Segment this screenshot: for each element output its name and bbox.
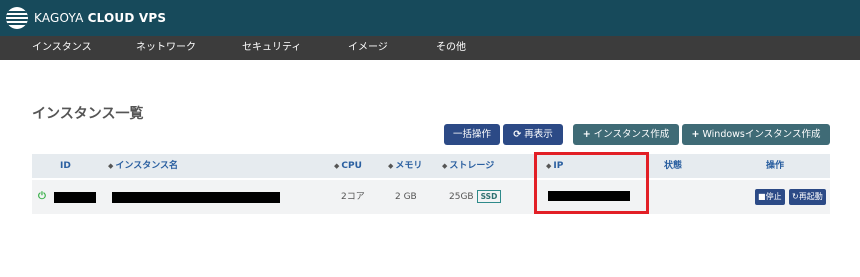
- logo-brand-b: CLOUD VPS: [87, 11, 167, 25]
- create-instance-button[interactable]: + インスタンス作成: [573, 124, 679, 145]
- logo-globe-icon: [6, 7, 28, 29]
- power-icon: ⏻: [38, 191, 46, 202]
- refresh-label: 再表示: [524, 129, 553, 140]
- logo-text: KAGOYA CLOUD VPS: [34, 11, 166, 25]
- plus-icon: +: [691, 129, 700, 140]
- column-header-ops: 操作: [766, 161, 785, 171]
- column-header-storage[interactable]: ◆ ストレージ: [442, 154, 494, 178]
- sort-icon: ◆: [108, 162, 114, 170]
- main-nav: インスタンス ネットワーク セキュリティ イメージ その他: [0, 36, 860, 60]
- column-header-memory-label: メモリ: [395, 161, 423, 171]
- cpu-value: 2コア: [341, 192, 365, 202]
- nav-item-network[interactable]: ネットワーク: [136, 36, 196, 60]
- refresh-button[interactable]: ⟳ 再表示: [503, 124, 563, 145]
- column-header-name[interactable]: ◆ インスタンス名: [108, 154, 178, 178]
- create-windows-instance-label: Windowsインスタンス作成: [702, 129, 821, 140]
- column-header-id[interactable]: ID: [60, 154, 71, 178]
- storage-value: 25GB SSD: [449, 180, 502, 214]
- nav-item-other[interactable]: その他: [436, 36, 466, 60]
- nav-item-security[interactable]: セキュリティ: [242, 36, 301, 60]
- nav-item-images[interactable]: イメージ: [348, 36, 388, 60]
- table-row[interactable]: ⏻ 2コア 2 GB 25GB SSD: [32, 180, 830, 214]
- redacted-instance-id: [54, 192, 96, 203]
- ip-highlight-box: [534, 152, 649, 214]
- stop-label: 停止: [765, 192, 782, 201]
- stop-button[interactable]: ■停止: [755, 189, 785, 205]
- logo-brand-a: KAGOYA: [34, 11, 84, 25]
- column-header-storage-label: ストレージ: [449, 161, 495, 171]
- plus-icon: +: [582, 129, 591, 140]
- sort-icon: ◆: [442, 162, 448, 170]
- create-instance-label: インスタンス作成: [593, 129, 670, 140]
- column-header-name-label: インスタンス名: [115, 161, 179, 171]
- memory-value: 2 GB: [395, 192, 417, 202]
- table-header: ID ◆ インスタンス名 ◆ CPU ◆ メモリ ◆ ストレージ ◆ IP 状態 操作: [32, 154, 830, 178]
- restart-label: 再起動: [798, 192, 823, 201]
- storage-size: 25GB: [449, 192, 474, 202]
- redacted-instance-name[interactable]: [112, 192, 280, 203]
- bulk-action-button[interactable]: 一括操作: [444, 124, 500, 145]
- sort-icon: ◆: [388, 162, 394, 170]
- column-header-memory[interactable]: ◆ メモリ: [388, 154, 422, 178]
- stop-icon: ■: [758, 192, 766, 201]
- page-title: インスタンス一覧: [32, 106, 144, 122]
- column-header-cpu[interactable]: ◆ CPU: [334, 154, 362, 178]
- restart-icon: ↻: [792, 192, 799, 201]
- column-header-status[interactable]: 状態: [664, 154, 682, 178]
- nav-item-instances[interactable]: インスタンス: [32, 36, 92, 60]
- refresh-icon: ⟳: [513, 129, 522, 140]
- kagoya-logo[interactable]: KAGOYA CLOUD VPS: [6, 4, 166, 32]
- ssd-badge: SSD: [476, 190, 502, 203]
- bulk-action-label: 一括操作: [452, 129, 491, 140]
- top-header: KAGOYA CLOUD VPS: [0, 0, 860, 36]
- create-windows-instance-button[interactable]: + Windowsインスタンス作成: [682, 124, 830, 145]
- restart-button[interactable]: ↻再起動: [789, 189, 826, 205]
- sort-icon: ◆: [334, 162, 340, 170]
- column-header-cpu-label: CPU: [341, 161, 362, 171]
